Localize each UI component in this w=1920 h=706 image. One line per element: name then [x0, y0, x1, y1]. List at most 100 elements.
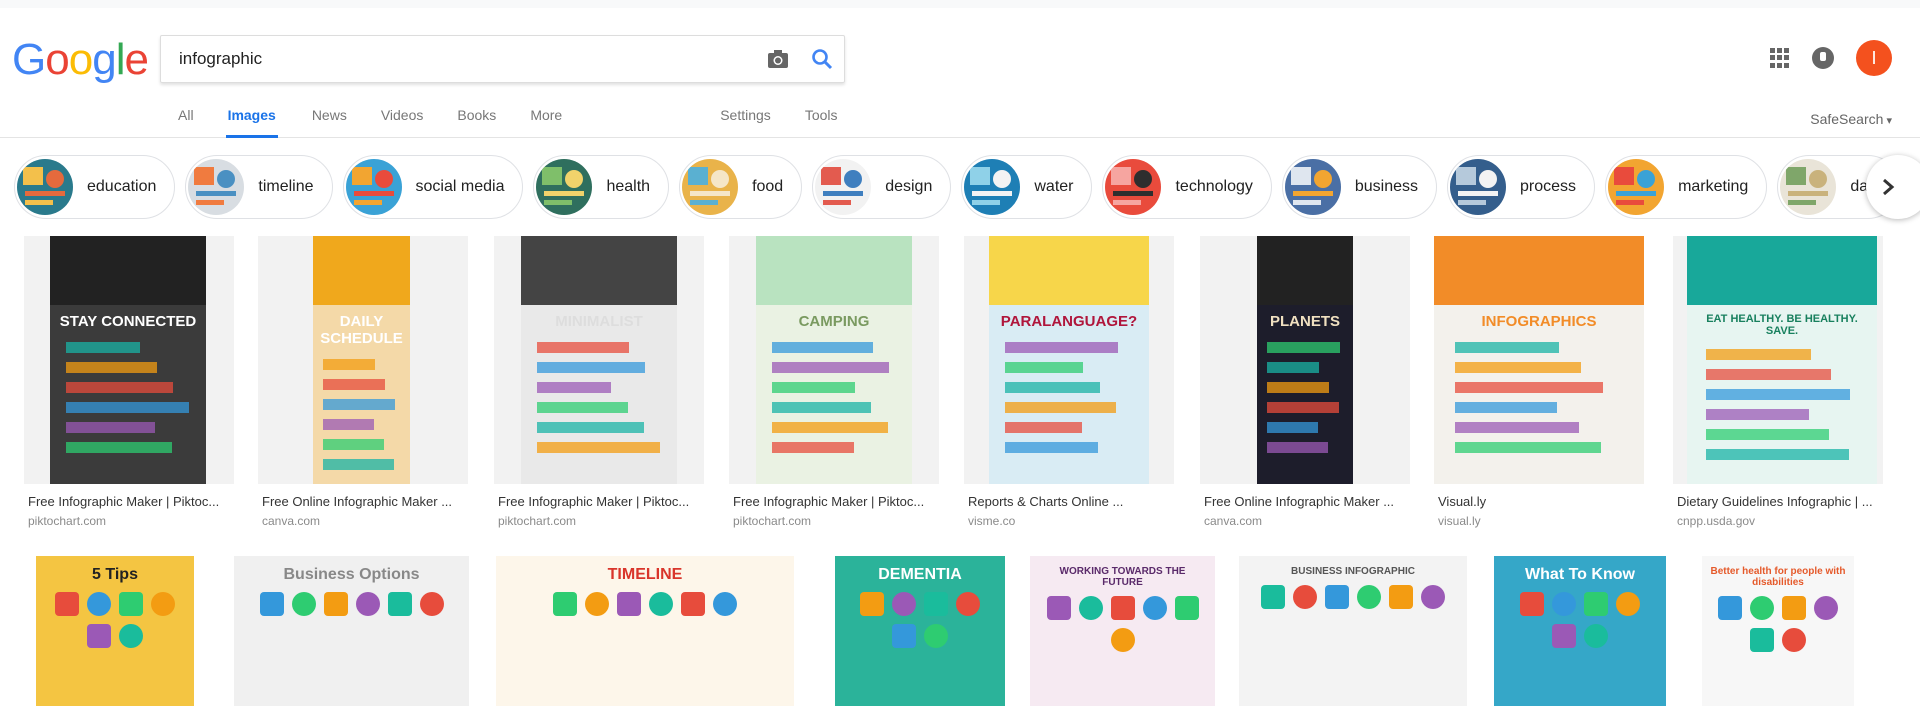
poster-title: PLANETS: [1269, 313, 1340, 331]
chip-label: food: [752, 178, 784, 195]
poster-shape: [54, 592, 79, 616]
poster-bar: [1005, 422, 1082, 434]
poster-shape: [1520, 592, 1544, 616]
image-result[interactable]: INFOGRAPHICS Visual.ly visual.ly: [1434, 236, 1644, 528]
chip-water[interactable]: water: [961, 155, 1093, 219]
poster-bar: [536, 342, 629, 354]
chip-thumbnail: [536, 159, 593, 215]
poster-graphics: [518, 592, 771, 616]
search-box: [160, 35, 845, 83]
poster-shape: [860, 592, 884, 616]
result-thumbnail[interactable]: PLANETS: [1200, 236, 1410, 484]
tab-books[interactable]: Books: [457, 104, 496, 138]
result-thumbnail[interactable]: DAILY SCHEDULE: [258, 236, 468, 484]
result-thumbnail[interactable]: BUSINESS INFOGRAPHIC: [1239, 556, 1467, 706]
chip-business[interactable]: business: [1281, 155, 1438, 219]
image-result[interactable]: DEMENTIA: [835, 556, 1005, 706]
result-thumbnail[interactable]: STAY CONNECTED: [24, 236, 234, 484]
tab-all[interactable]: All: [178, 104, 194, 138]
result-caption[interactable]: Free Infographic Maker | Piktoc...: [498, 494, 689, 509]
camera-icon[interactable]: [756, 37, 800, 81]
result-thumbnail[interactable]: DEMENTIA: [835, 556, 1005, 706]
result-caption[interactable]: Dietary Guidelines Infographic | ...: [1677, 494, 1873, 509]
poster-shape: [892, 592, 916, 616]
tab-more[interactable]: More: [530, 104, 562, 138]
chip-timeline[interactable]: timeline: [185, 155, 333, 219]
tab-images[interactable]: Images: [225, 104, 278, 138]
result-thumbnail[interactable]: WORKING TOWARDS THE FUTURE: [1030, 556, 1215, 706]
result-thumbnail[interactable]: CAMPING: [729, 236, 939, 484]
search-input[interactable]: [179, 49, 756, 69]
image-result[interactable]: DAILY SCHEDULE Free Online Infographic Ma…: [258, 236, 468, 528]
image-result[interactable]: Better health for people with disabiliti…: [1702, 556, 1854, 706]
image-result[interactable]: CAMPING Free Infographic Maker | Piktoc..…: [729, 236, 939, 528]
result-thumbnail[interactable]: 5 Tips: [36, 556, 194, 706]
tab-settings[interactable]: Settings: [720, 104, 771, 138]
result-source[interactable]: visme.co: [968, 514, 1015, 528]
result-source[interactable]: piktochart.com: [733, 514, 811, 528]
result-thumbnail[interactable]: MINIMALIST: [494, 236, 704, 484]
result-caption[interactable]: Free Online Infographic Maker ...: [1204, 494, 1394, 509]
chip-marketing[interactable]: marketing: [1605, 155, 1768, 219]
chip-health[interactable]: health: [533, 155, 670, 219]
poster-bar: [65, 422, 156, 434]
result-caption[interactable]: Free Infographic Maker | Piktoc...: [28, 494, 219, 509]
result-source[interactable]: piktochart.com: [28, 514, 106, 528]
poster-shape: [1292, 585, 1317, 609]
result-caption[interactable]: Visual.ly: [1438, 494, 1486, 509]
poster-shape: [1142, 596, 1167, 620]
result-caption[interactable]: Reports & Charts Online ...: [968, 494, 1123, 509]
result-thumbnail[interactable]: TIMELINE: [496, 556, 794, 706]
image-result[interactable]: What To Know: [1494, 556, 1666, 706]
poster-shape: [1388, 585, 1413, 609]
image-result[interactable]: 5 Tips: [36, 556, 194, 706]
apps-grid-icon[interactable]: [1770, 48, 1790, 68]
result-thumbnail[interactable]: PARALANGUAGE?: [964, 236, 1174, 484]
poster-bar: [1455, 362, 1581, 374]
chip-thumbnail: [1284, 159, 1341, 215]
poster-bar: [322, 419, 374, 431]
image-result[interactable]: STAY CONNECTED Free Infographic Maker | P…: [24, 236, 234, 528]
result-source[interactable]: piktochart.com: [498, 514, 576, 528]
result-caption[interactable]: Free Infographic Maker | Piktoc...: [733, 494, 924, 509]
result-thumbnail[interactable]: Better health for people with disabiliti…: [1702, 556, 1854, 706]
image-result[interactable]: TIMELINE: [496, 556, 794, 706]
poster-shape: [86, 592, 111, 616]
image-result[interactable]: Business Options: [234, 556, 469, 706]
notifications-icon[interactable]: [1812, 47, 1834, 69]
chip-process[interactable]: process: [1447, 155, 1596, 219]
poster-bar: [1266, 422, 1319, 434]
chip-food[interactable]: food: [679, 155, 803, 219]
tab-videos[interactable]: Videos: [381, 104, 424, 138]
chip-technology[interactable]: technology: [1102, 155, 1272, 219]
search-icon[interactable]: [800, 37, 844, 81]
top-strip: [0, 0, 1920, 8]
chip-design[interactable]: design: [812, 155, 952, 219]
image-result[interactable]: PARALANGUAGE? Reports & Charts Online ...…: [964, 236, 1174, 528]
result-thumbnail[interactable]: EAT HEALTHY. BE HEALTHY. SAVE.: [1673, 236, 1883, 484]
result-source[interactable]: canva.com: [262, 514, 320, 528]
poster-content-blocks: [536, 342, 662, 462]
image-result[interactable]: PLANETS Free Online Infographic Maker ...…: [1200, 236, 1410, 528]
avatar[interactable]: I: [1856, 40, 1892, 76]
result-source[interactable]: visual.ly: [1438, 514, 1481, 528]
image-result[interactable]: EAT HEALTHY. BE HEALTHY. SAVE. Dietary Gu…: [1673, 236, 1883, 528]
result-thumbnail[interactable]: INFOGRAPHICS: [1434, 236, 1644, 484]
result-thumbnail[interactable]: What To Know: [1494, 556, 1666, 706]
chip-social-media[interactable]: social media: [342, 155, 524, 219]
image-result[interactable]: WORKING TOWARDS THE FUTURE: [1030, 556, 1215, 706]
google-logo[interactable]: Google: [12, 36, 149, 84]
result-source[interactable]: cnpp.usda.gov: [1677, 514, 1755, 528]
poster-shape: [291, 592, 316, 616]
poster-content-blocks: [771, 342, 897, 462]
tab-tools[interactable]: Tools: [805, 104, 838, 138]
result-thumbnail[interactable]: Business Options: [234, 556, 469, 706]
safesearch-dropdown[interactable]: SafeSearch: [1810, 111, 1892, 127]
result-source[interactable]: canva.com: [1204, 514, 1262, 528]
tab-news[interactable]: News: [312, 104, 347, 138]
image-result[interactable]: BUSINESS INFOGRAPHIC: [1239, 556, 1467, 706]
result-caption[interactable]: Free Online Infographic Maker ...: [262, 494, 452, 509]
image-result[interactable]: MINIMALIST Free Infographic Maker | Pikto…: [494, 236, 704, 528]
chip-education[interactable]: education: [14, 155, 176, 219]
poster-bar: [536, 382, 612, 394]
